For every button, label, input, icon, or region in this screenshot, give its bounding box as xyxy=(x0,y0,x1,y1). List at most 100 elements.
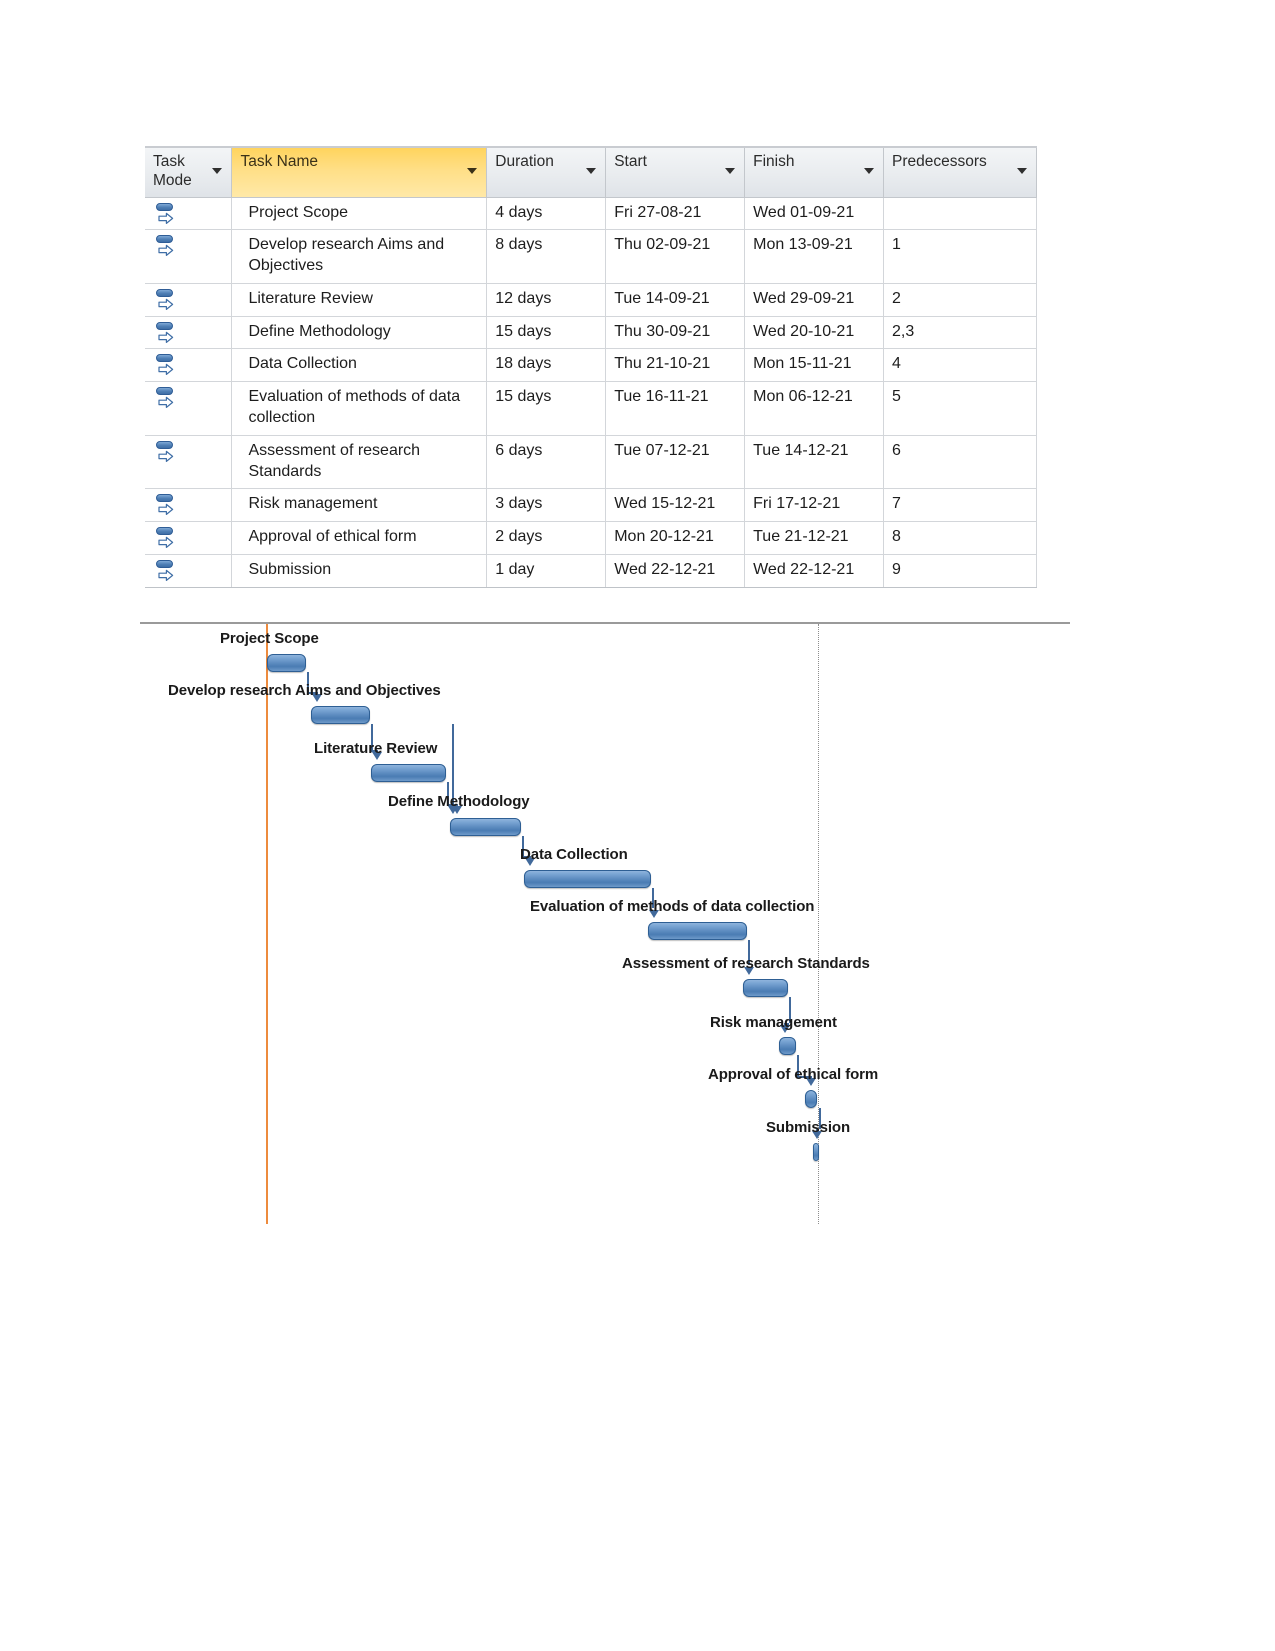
cell-start[interactable]: Mon 20-12-21 xyxy=(605,521,746,556)
table-row[interactable]: Develop research Aims and Objectives 8 da… xyxy=(145,229,1037,284)
cell-finish[interactable]: Tue 21-12-21 xyxy=(744,521,884,556)
cell-predecessors[interactable]: 2 xyxy=(883,283,1037,317)
cell-finish[interactable]: Mon 15-11-21 xyxy=(744,348,884,383)
cell-task-name[interactable]: Data Collection xyxy=(231,348,488,383)
cell-duration[interactable]: 15 days xyxy=(486,316,607,350)
gantt-task-bar[interactable] xyxy=(813,1143,819,1161)
table-row[interactable]: Assessment of research Standards 6 days Tu… xyxy=(145,435,1037,490)
cell-duration[interactable]: 18 days xyxy=(486,348,607,383)
header-start-label: Start xyxy=(614,153,647,170)
cell-finish[interactable]: Mon 13-09-21 xyxy=(744,229,884,284)
gantt-task-bar[interactable] xyxy=(311,706,370,724)
cell-task-name[interactable]: Project Scope xyxy=(231,197,488,231)
table-row[interactable]: Project Scope 4 days Fri 27-08-21 Wed 01-09… xyxy=(145,197,1037,231)
cell-task-name[interactable]: Approval of ethical form xyxy=(231,521,488,556)
cell-duration[interactable]: 12 days xyxy=(486,283,607,317)
cell-predecessors[interactable]: 6 xyxy=(883,435,1037,490)
cell-duration[interactable]: 3 days xyxy=(486,488,607,523)
table-row[interactable]: Risk management 3 days Wed 15-12-21 Fri 17-… xyxy=(145,488,1037,523)
cell-predecessors[interactable] xyxy=(883,197,1037,231)
gantt-task-bar[interactable] xyxy=(743,979,788,997)
cell-duration[interactable]: 15 days xyxy=(486,381,607,436)
header-predecessors[interactable]: Predecessors xyxy=(883,146,1037,198)
cell-task-name[interactable]: Submission xyxy=(231,554,488,588)
header-duration[interactable]: Duration xyxy=(486,146,607,198)
cell-duration[interactable]: 1 day xyxy=(486,554,607,588)
cell-finish[interactable]: Mon 06-12-21 xyxy=(744,381,884,436)
cell-predecessors[interactable]: 7 xyxy=(883,488,1037,523)
table-row[interactable]: Data Collection 18 days Thu 21-10-21 Mon 15… xyxy=(145,348,1037,383)
task-mode-chip-icon xyxy=(156,202,173,211)
cell-predecessors[interactable]: 8 xyxy=(883,521,1037,556)
cell-duration[interactable]: 4 days xyxy=(486,197,607,231)
cell-task-mode[interactable] xyxy=(145,197,233,231)
table-row[interactable]: Define Methodology 15 days Thu 30-09-21 Wed… xyxy=(145,316,1037,350)
cell-predecessors[interactable]: 4 xyxy=(883,348,1037,383)
cell-task-name[interactable]: Develop research Aims and Objectives xyxy=(231,229,488,284)
cell-task-name[interactable]: Define Methodology xyxy=(231,316,488,350)
cell-predecessors[interactable]: 1 xyxy=(883,229,1037,284)
cell-start[interactable]: Tue 07-12-21 xyxy=(605,435,746,490)
cell-predecessors[interactable]: 2,3 xyxy=(883,316,1037,350)
header-start[interactable]: Start xyxy=(605,146,746,198)
gantt-task-bar[interactable] xyxy=(450,818,521,836)
cell-start[interactable]: Wed 22-12-21 xyxy=(605,554,746,588)
table-row[interactable]: Approval of ethical form 2 days Mon 20-12-… xyxy=(145,521,1037,556)
task-mode-chip-icon xyxy=(156,235,173,244)
cell-predecessors[interactable]: 5 xyxy=(883,381,1037,436)
cell-finish[interactable]: Tue 14-12-21 xyxy=(744,435,884,490)
gantt-bar-label: Risk management xyxy=(710,1014,837,1031)
cell-task-mode[interactable] xyxy=(145,348,233,383)
cell-start[interactable]: Wed 15-12-21 xyxy=(605,488,746,523)
cell-start[interactable]: Tue 14-09-21 xyxy=(605,283,746,317)
cell-task-mode[interactable] xyxy=(145,488,233,523)
gantt-task-bar[interactable] xyxy=(648,922,747,940)
filter-dropdown-icon[interactable] xyxy=(725,168,736,174)
header-finish[interactable]: Finish xyxy=(744,146,884,198)
filter-dropdown-icon[interactable] xyxy=(467,168,478,174)
cell-duration[interactable]: 2 days xyxy=(486,521,607,556)
cell-start[interactable]: Thu 30-09-21 xyxy=(605,316,746,350)
gantt-task-bar[interactable] xyxy=(805,1090,817,1108)
table-row[interactable]: Evaluation of methods of data collection… xyxy=(145,381,1037,436)
table-row[interactable]: Submission 1 day Wed 22-12-21 Wed 22-12-21 9 xyxy=(145,554,1037,588)
cell-predecessors[interactable]: 9 xyxy=(883,554,1037,588)
task-table: Task Mode Task Name Duration Start Finis… xyxy=(145,146,1037,588)
cell-task-name[interactable]: Assessment of research Standards xyxy=(231,435,488,490)
cell-task-name[interactable]: Literature Review xyxy=(231,283,488,317)
cell-finish[interactable]: Wed 22-12-21 xyxy=(744,554,884,588)
cell-start[interactable]: Fri 27-08-21 xyxy=(605,197,746,231)
gantt-task-bar[interactable] xyxy=(779,1037,796,1055)
table-row[interactable]: Literature Review 12 days Tue 14-09-21 Wed … xyxy=(145,283,1037,317)
filter-dropdown-icon[interactable] xyxy=(864,168,874,174)
gantt-task-bar[interactable] xyxy=(267,654,306,672)
cell-start[interactable]: Thu 02-09-21 xyxy=(605,229,746,284)
header-task-mode-label: Task Mode xyxy=(153,153,192,189)
header-task-name[interactable]: Task Name xyxy=(231,146,488,198)
cell-duration[interactable]: 6 days xyxy=(486,435,607,490)
cell-task-mode[interactable] xyxy=(145,381,233,436)
cell-task-mode[interactable] xyxy=(145,229,233,284)
filter-dropdown-icon[interactable] xyxy=(586,168,597,174)
cell-start[interactable]: Tue 16-11-21 xyxy=(605,381,746,436)
cell-start[interactable]: Thu 21-10-21 xyxy=(605,348,746,383)
task-mode-chip-icon xyxy=(156,440,173,449)
header-task-mode[interactable]: Task Mode xyxy=(145,146,233,198)
cell-finish[interactable]: Wed 01-09-21 xyxy=(744,197,884,231)
cell-task-mode[interactable] xyxy=(145,283,233,317)
cell-finish[interactable]: Fri 17-12-21 xyxy=(744,488,884,523)
cell-finish[interactable]: Wed 29-09-21 xyxy=(744,283,884,317)
gantt-task-bar[interactable] xyxy=(371,764,446,782)
cell-duration[interactable]: 8 days xyxy=(486,229,607,284)
filter-dropdown-icon[interactable] xyxy=(1017,168,1027,174)
cell-task-name[interactable]: Evaluation of methods of data collection xyxy=(231,381,488,436)
cell-task-mode[interactable] xyxy=(145,521,233,556)
gantt-bar-label: Literature Review xyxy=(314,740,438,757)
cell-finish[interactable]: Wed 20-10-21 xyxy=(744,316,884,350)
filter-dropdown-icon[interactable] xyxy=(212,168,223,174)
cell-task-name[interactable]: Risk management xyxy=(231,488,488,523)
cell-task-mode[interactable] xyxy=(145,554,233,588)
cell-task-mode[interactable] xyxy=(145,316,233,350)
gantt-task-bar[interactable] xyxy=(524,870,651,888)
cell-task-mode[interactable] xyxy=(145,435,233,490)
